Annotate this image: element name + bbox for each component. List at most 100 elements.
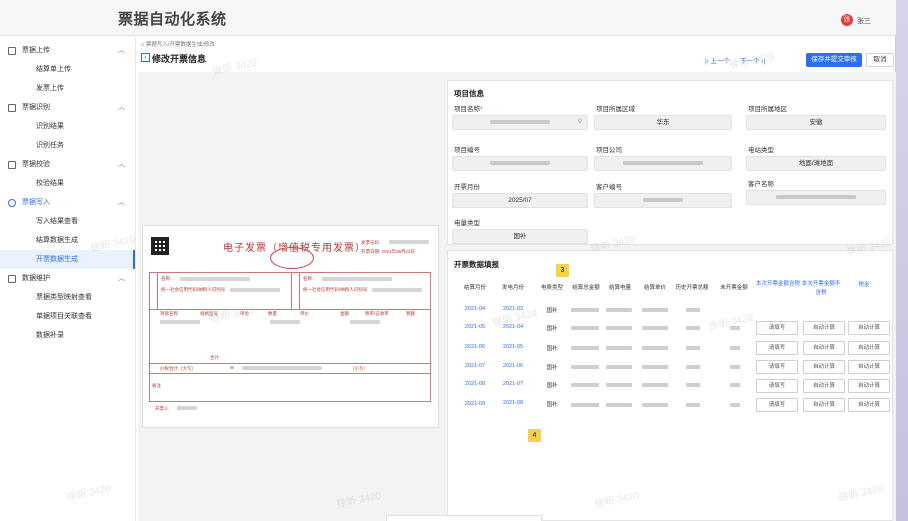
project-company-label: 项目公司	[596, 147, 622, 154]
sidebar-item-recognition-task[interactable]: 识别任务	[0, 136, 135, 155]
incl-tax-input[interactable]: 请填写	[756, 379, 798, 393]
app-window: 票据自动化系统 张 张三 票据上传 ︿ 结算单上传 发票上传 票据识别 ︿ 识别结果…	[0, 0, 896, 521]
header-gen-month: 发电月份	[501, 285, 524, 291]
tax-auto-button[interactable]: 自动计算	[848, 379, 890, 393]
window-edge	[896, 0, 908, 521]
header-history-total: 历史开票总额	[675, 285, 709, 291]
project-area-label: 项目所属地区	[748, 106, 787, 113]
tax-auto-button[interactable]: 自动计算	[848, 341, 890, 355]
tax-auto-button[interactable]: 自动计算	[848, 398, 890, 412]
incl-tax-input[interactable]: 请填写	[756, 321, 798, 335]
header-current-incl-tax: 本次开票金额含税	[756, 281, 801, 287]
incl-tax-input[interactable]: 请填写	[756, 398, 798, 412]
header-unbilled: 未开票金额	[720, 285, 748, 291]
issuer-label: 开票人:	[155, 406, 170, 411]
document-icon	[8, 104, 16, 112]
header-settle-total: 结算总金额	[572, 285, 600, 291]
header-settle-price: 结算单价	[643, 285, 666, 291]
upload-icon	[8, 47, 16, 55]
top-bar: 票据自动化系统 张 张三	[0, 0, 896, 36]
project-name-input[interactable]: ⚲	[452, 115, 588, 130]
sidebar-group-verify[interactable]: 票据校验 ︿	[0, 155, 135, 174]
breadcrumb: ⌂ 票据写入/开票数据生成/修改	[141, 42, 215, 48]
customer-name-field[interactable]	[746, 190, 886, 205]
excl-tax-auto-button[interactable]: 自动计算	[803, 321, 845, 335]
invoice-data-title: 开票数据填报	[454, 260, 499, 269]
project-code-label: 项目编号	[454, 147, 480, 154]
sidebar-item-data-supplement[interactable]: 数据补录	[0, 326, 135, 345]
marker-4: 4	[528, 429, 541, 442]
project-area-field[interactable]: 安徽	[746, 115, 886, 130]
sidebar-item-project-link[interactable]: 单据项目关联查看	[0, 307, 135, 326]
excl-tax-auto-button[interactable]: 自动计算	[803, 379, 845, 393]
redacted-text	[389, 240, 429, 244]
sidebar-group-recognition[interactable]: 票据识别 ︿	[0, 98, 135, 117]
excl-tax-auto-button[interactable]: 自动计算	[803, 341, 845, 355]
sidebar-item-invoice-gen[interactable]: 开票数据生成	[0, 250, 135, 269]
sidebar-item-type-mapping[interactable]: 票据类型映射查看	[0, 288, 135, 307]
user-avatar[interactable]: 张	[841, 14, 853, 26]
header-settle-month: 结算月份	[463, 285, 486, 291]
tools-icon	[8, 275, 16, 283]
search-icon[interactable]: ⚲	[578, 116, 582, 129]
project-info-title: 项目信息	[454, 89, 484, 98]
customer-name-label: 客户名称	[748, 181, 774, 188]
sidebar-item-write-result[interactable]: 写入结果查看	[0, 212, 135, 231]
chevron-up-icon: ︿	[118, 275, 125, 282]
incl-tax-input[interactable]: 请填写	[756, 341, 798, 355]
page-title: 修改开票信息	[152, 54, 207, 64]
header-settle-energy: 结算电量	[608, 285, 631, 291]
sidebar-group-maintenance[interactable]: 数据维护 ︿	[0, 269, 135, 288]
sidebar-group-write[interactable]: 票据写入 ︿	[0, 193, 135, 212]
customer-code-field[interactable]	[594, 193, 732, 208]
checklist-icon	[8, 161, 16, 169]
tax-auto-button[interactable]: 自动计算	[848, 321, 890, 335]
write-icon	[8, 199, 16, 207]
user-name[interactable]: 张三	[857, 16, 871, 26]
project-region-label: 项目所属区域	[596, 106, 635, 113]
sidebar-item-settlement-upload[interactable]: 结算单上传	[0, 60, 135, 79]
invoice-image: 电子发票（增值税专用发票） 发票号码: 开票日期: 2021年08月23日 名称…	[142, 225, 439, 428]
project-company-field[interactable]	[594, 156, 732, 171]
header-tax: 税金	[858, 282, 870, 288]
project-region-field[interactable]: 华东	[594, 115, 732, 130]
chevron-up-icon: ︿	[118, 47, 125, 54]
next-button[interactable]: 下一个 ›|	[740, 55, 765, 65]
qr-code-icon	[151, 237, 169, 255]
project-name-label: 项目名称*	[454, 106, 483, 113]
sidebar: 票据上传 ︿ 结算单上传 发票上传 票据识别 ︿ 识别结果 识别任务 票据校验 ︿ 校…	[0, 37, 136, 521]
project-info-panel: 项目信息 项目名称* ⚲ 项目所属区域 华东 项目所属地区 安徽 项目编号 项目…	[447, 80, 893, 245]
tax-auto-button[interactable]: 自动计算	[848, 360, 890, 374]
project-code-field[interactable]	[452, 156, 588, 171]
bottom-scrollbar[interactable]	[386, 515, 542, 521]
save-submit-button[interactable]: 保存并提交审核	[806, 53, 862, 67]
app-title: 票据自动化系统	[118, 11, 227, 28]
incl-tax-input[interactable]: 请填写	[756, 360, 798, 374]
chevron-up-icon: ︿	[118, 199, 125, 206]
cancel-button[interactable]: 取消	[866, 53, 894, 67]
station-type-field[interactable]: 地面/滩地面	[746, 156, 886, 171]
invoice-month-label: 开票月份	[454, 184, 480, 191]
back-icon[interactable]: ‹	[141, 53, 150, 62]
invoice-date: 开票日期: 2021年08月23日	[361, 249, 416, 254]
station-type-label: 电站类型	[748, 147, 774, 154]
power-type-label: 电量类型	[454, 220, 480, 227]
sidebar-item-verify-result[interactable]: 校验结果	[0, 174, 135, 193]
invoice-month-field[interactable]: 2025/07	[452, 193, 588, 208]
last-page-icon: ›|	[759, 58, 766, 65]
sidebar-item-invoice-upload[interactable]: 发票上传	[0, 79, 135, 98]
excl-tax-auto-button[interactable]: 自动计算	[803, 398, 845, 412]
header-current-excl-tax: 本次开票金额不含税	[801, 281, 841, 296]
invoice-number-label: 发票号码:	[361, 240, 381, 245]
power-type-field[interactable]: 国补	[452, 229, 588, 244]
sidebar-item-recognition-result[interactable]: 识别结果	[0, 117, 135, 136]
chevron-up-icon: ︿	[118, 161, 125, 168]
sidebar-item-settlement-gen[interactable]: 结算数据生成	[0, 231, 135, 250]
customer-code-label: 客户编号	[596, 184, 622, 191]
marker-3: 3	[556, 264, 569, 277]
chevron-up-icon: ︿	[118, 104, 125, 111]
sidebar-group-upload[interactable]: 票据上传 ︿	[0, 41, 135, 60]
header-fee-type: 电费类型	[540, 285, 563, 291]
prev-button[interactable]: |‹ 上一个	[705, 55, 730, 65]
excl-tax-auto-button[interactable]: 自动计算	[803, 360, 845, 374]
